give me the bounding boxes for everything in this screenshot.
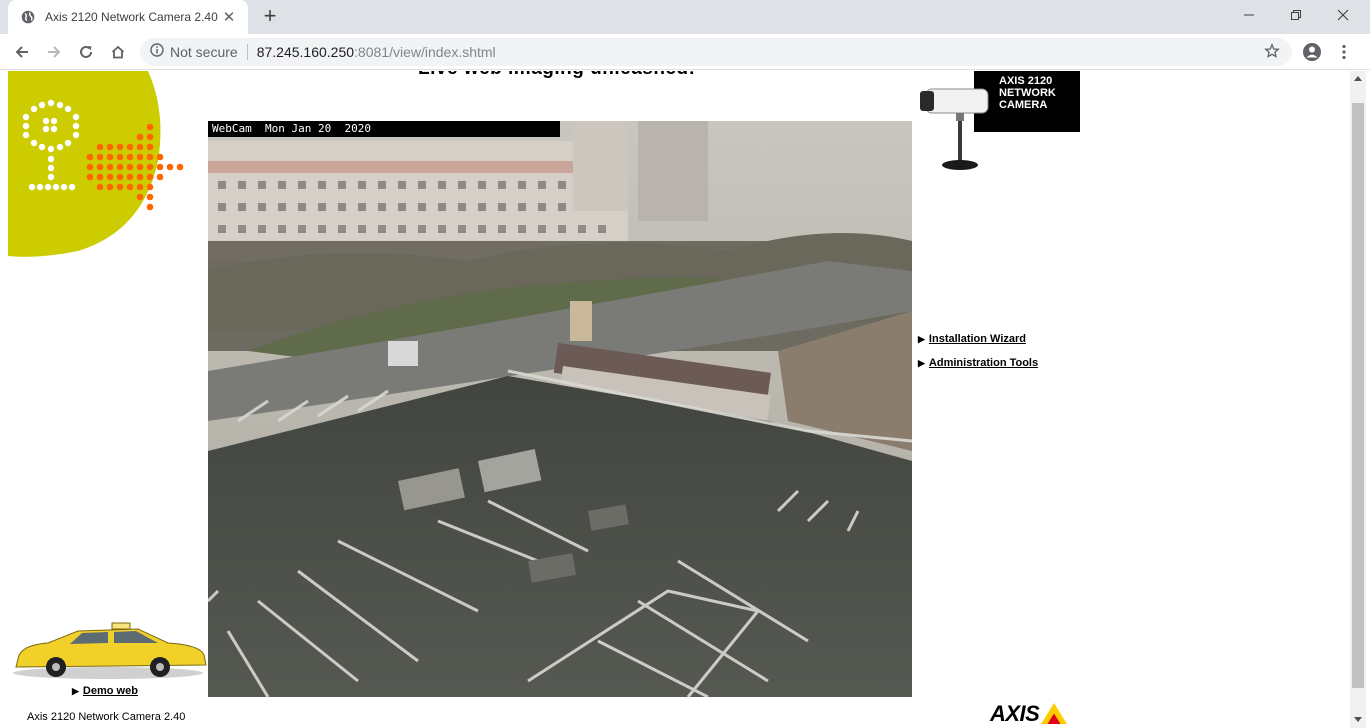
axis-logo: AXIS xyxy=(990,701,1069,725)
axis-triangle-icon xyxy=(1041,703,1068,724)
bookmark-star-icon[interactable] xyxy=(1264,43,1280,64)
administration-tools-link-text[interactable]: Administration Tools xyxy=(929,357,1038,369)
network-camera-image xyxy=(918,83,998,173)
demo-web-link[interactable]: ▶ Demo web xyxy=(72,685,138,697)
page-viewport: Live web imaging unleashed! xyxy=(0,71,1350,728)
page-headline: Live web imaging unleashed! xyxy=(418,71,695,80)
webcam-timestamp-overlay: WebCam Mon Jan 20 2020 xyxy=(208,121,560,137)
home-icon[interactable] xyxy=(104,38,132,66)
installation-wizard-link-text[interactable]: Installation Wizard xyxy=(929,333,1026,345)
tab-strip: Axis 2120 Network Camera 2.40 ✕ + xyxy=(0,0,1370,34)
footer-version-text: Axis 2120 Network Camera 2.40 xyxy=(27,711,186,723)
triangle-bullet-icon: ▶ xyxy=(918,357,925,368)
installation-wizard-link[interactable]: ▶ Installation Wizard xyxy=(918,333,1026,345)
url-path: :8081/view/index.shtml xyxy=(354,44,496,60)
triangle-bullet-icon: ▶ xyxy=(72,685,79,696)
profile-icon[interactable] xyxy=(1298,38,1326,66)
product-badge-line: AXIS 2120 xyxy=(999,75,1053,87)
restore-icon[interactable] xyxy=(1273,0,1319,30)
address-bar[interactable]: Not secure 87.245.160.250 :8081/view/ind… xyxy=(140,38,1292,66)
page-scrollbar[interactable] xyxy=(1350,71,1366,728)
triangle-bullet-icon: ▶ xyxy=(918,333,925,344)
scrollbar-thumb[interactable] xyxy=(1352,103,1364,688)
forward-icon[interactable] xyxy=(40,38,68,66)
back-icon[interactable] xyxy=(8,38,36,66)
scroll-up-icon[interactable] xyxy=(1354,76,1362,81)
demo-web-link-text[interactable]: Demo web xyxy=(83,685,138,697)
webcam-image: WebCam Mon Jan 20 2020 xyxy=(208,121,912,697)
taxi-image[interactable] xyxy=(8,619,208,681)
menu-dots-icon[interactable] xyxy=(1330,38,1358,66)
browser-toolbar: Not secure 87.245.160.250 :8081/view/ind… xyxy=(0,34,1370,70)
reload-icon[interactable] xyxy=(72,38,100,66)
tab-title: Axis 2120 Network Camera 2.40 xyxy=(45,10,218,24)
product-badge-line: NETWORK xyxy=(999,87,1056,99)
globe-icon xyxy=(20,9,36,25)
divider xyxy=(246,44,248,60)
browser-tab[interactable]: Axis 2120 Network Camera 2.40 ✕ xyxy=(8,0,248,34)
product-badge-line: CAMERA xyxy=(999,99,1048,111)
info-icon[interactable] xyxy=(150,42,164,62)
axis-emblem-image xyxy=(8,71,188,257)
axis-logo-text: AXIS xyxy=(990,701,1040,726)
url-host: 87.245.160.250 xyxy=(256,44,355,60)
minimize-icon[interactable] xyxy=(1226,0,1272,30)
close-icon[interactable]: ✕ xyxy=(220,8,238,26)
window-close-icon[interactable] xyxy=(1320,0,1366,30)
new-tab-button[interactable]: + xyxy=(258,5,282,29)
security-label[interactable]: Not secure xyxy=(170,44,238,60)
scroll-down-icon[interactable] xyxy=(1354,717,1362,722)
administration-tools-link[interactable]: ▶ Administration Tools xyxy=(918,357,1038,369)
